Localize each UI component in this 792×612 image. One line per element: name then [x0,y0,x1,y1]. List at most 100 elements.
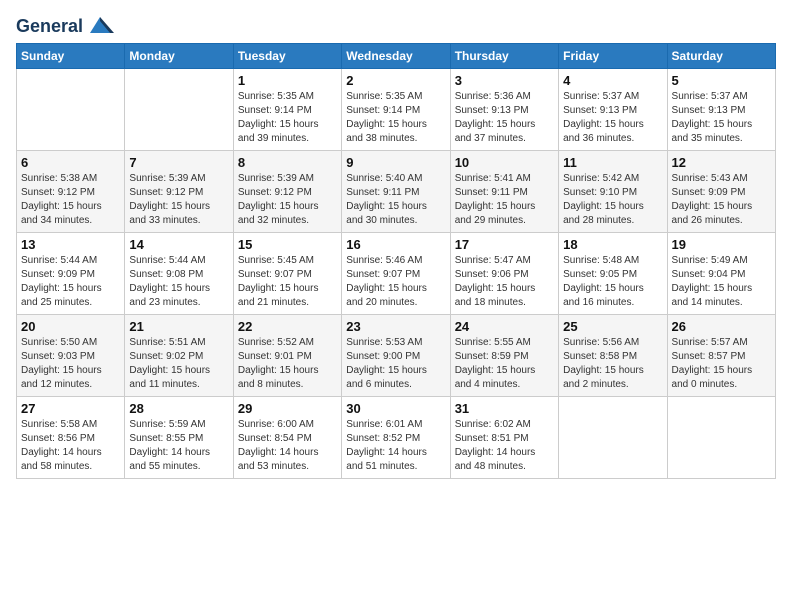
weekday-header: Wednesday [342,44,450,69]
calendar-cell: 27Sunrise: 5:58 AM Sunset: 8:56 PM Dayli… [17,397,125,479]
day-info: Sunrise: 5:46 AM Sunset: 9:07 PM Dayligh… [346,254,445,310]
calendar-cell: 26 Sunrise: 5:57 AM Sunset: 8:57 PM Dayli… [667,315,775,397]
calendar-cell: 25 Sunrise: 5:56 AM Sunset: 8:58 PM Dayli… [559,315,667,397]
day-number: 2 [346,73,445,88]
calendar-cell: 11 Sunrise: 5:42 AM Sunset: 9:10 PM Dayli… [559,151,667,233]
day-info: Sunrise: 6:02 AM Sunset: 8:51 PM Dayligh… [455,418,554,474]
calendar-cell [667,397,775,479]
day-info: Sunrise: 5:47 AM Sunset: 9:06 PM Dayligh… [455,254,554,310]
day-info: Sunrise: 6:00 AM Sunset: 8:54 PM Dayligh… [238,418,337,474]
calendar-cell: 17 Sunrise: 5:47 AM Sunset: 9:06 PM Dayli… [450,233,558,315]
calendar-cell [559,397,667,479]
day-number: 10 [455,155,554,170]
calendar-cell: 13 Sunrise: 5:44 AM Sunset: 9:09 PM Dayli… [17,233,125,315]
day-number: 23 [346,319,445,334]
calendar-cell: 31 Sunrise: 6:02 AM Sunset: 8:51 PM Dayli… [450,397,558,479]
calendar-cell: 16 Sunrise: 5:46 AM Sunset: 9:07 PM Dayli… [342,233,450,315]
day-info: Sunrise: 5:48 AM Sunset: 9:05 PM Dayligh… [563,254,662,310]
page-header: General [16,16,776,33]
day-number: 26 [672,319,771,334]
calendar-cell: 29 Sunrise: 6:00 AM Sunset: 8:54 PM Dayli… [233,397,341,479]
calendar-cell: 5 Sunrise: 5:37 AM Sunset: 9:13 PM Daylig… [667,69,775,151]
calendar-cell: 22 Sunrise: 5:52 AM Sunset: 9:01 PM Dayli… [233,315,341,397]
calendar-cell: 28Sunrise: 5:59 AM Sunset: 8:55 PM Dayli… [125,397,233,479]
calendar-cell: 9 Sunrise: 5:40 AM Sunset: 9:11 PM Daylig… [342,151,450,233]
day-info: Sunrise: 5:38 AM Sunset: 9:12 PM Dayligh… [21,172,120,228]
day-info: Sunrise: 5:37 AM Sunset: 9:13 PM Dayligh… [672,90,771,146]
weekday-header: Thursday [450,44,558,69]
weekday-header: Friday [559,44,667,69]
day-info: Sunrise: 5:39 AM Sunset: 9:12 PM Dayligh… [129,172,228,228]
calendar-cell: 24 Sunrise: 5:55 AM Sunset: 8:59 PM Dayli… [450,315,558,397]
calendar-cell: 23 Sunrise: 5:53 AM Sunset: 9:00 PM Dayli… [342,315,450,397]
calendar: SundayMondayTuesdayWednesdayThursdayFrid… [16,43,776,479]
day-number: 15 [238,237,337,252]
day-number: 20 [21,319,120,334]
day-info: Sunrise: 5:50 AM Sunset: 9:03 PM Dayligh… [21,336,120,392]
day-info: Sunrise: 6:01 AM Sunset: 8:52 PM Dayligh… [346,418,445,474]
day-info: Sunrise: 5:55 AM Sunset: 8:59 PM Dayligh… [455,336,554,392]
day-number: 7 [129,155,228,170]
day-info: Sunrise: 5:57 AM Sunset: 8:57 PM Dayligh… [672,336,771,392]
calendar-cell: 14Sunrise: 5:44 AM Sunset: 9:08 PM Dayli… [125,233,233,315]
day-info: Sunrise: 5:40 AM Sunset: 9:11 PM Dayligh… [346,172,445,228]
calendar-cell: 15 Sunrise: 5:45 AM Sunset: 9:07 PM Dayli… [233,233,341,315]
day-number: 13 [21,237,120,252]
day-number: 19 [672,237,771,252]
weekday-header: Tuesday [233,44,341,69]
day-info: Sunrise: 5:42 AM Sunset: 9:10 PM Dayligh… [563,172,662,228]
day-number: 4 [563,73,662,88]
day-info: Sunrise: 5:39 AM Sunset: 9:12 PM Dayligh… [238,172,337,228]
day-info: Sunrise: 5:37 AM Sunset: 9:13 PM Dayligh… [563,90,662,146]
day-number: 21 [129,319,228,334]
day-number: 8 [238,155,337,170]
day-info: Sunrise: 5:44 AM Sunset: 9:08 PM Dayligh… [129,254,228,310]
logo-icon [86,15,114,35]
calendar-cell: 21Sunrise: 5:51 AM Sunset: 9:02 PM Dayli… [125,315,233,397]
day-info: Sunrise: 5:35 AM Sunset: 9:14 PM Dayligh… [346,90,445,146]
day-number: 9 [346,155,445,170]
day-info: Sunrise: 5:43 AM Sunset: 9:09 PM Dayligh… [672,172,771,228]
day-number: 31 [455,401,554,416]
day-info: Sunrise: 5:53 AM Sunset: 9:00 PM Dayligh… [346,336,445,392]
calendar-cell [125,69,233,151]
logo: General [16,16,114,33]
calendar-cell: 30 Sunrise: 6:01 AM Sunset: 8:52 PM Dayli… [342,397,450,479]
calendar-cell: 18Sunrise: 5:48 AM Sunset: 9:05 PM Dayli… [559,233,667,315]
day-info: Sunrise: 5:49 AM Sunset: 9:04 PM Dayligh… [672,254,771,310]
day-number: 25 [563,319,662,334]
calendar-cell: 3Sunrise: 5:36 AM Sunset: 9:13 PM Daylig… [450,69,558,151]
logo-general: General [16,16,83,37]
calendar-cell: 7 Sunrise: 5:39 AM Sunset: 9:12 PM Daylig… [125,151,233,233]
day-info: Sunrise: 5:59 AM Sunset: 8:55 PM Dayligh… [129,418,228,474]
day-number: 17 [455,237,554,252]
calendar-cell: 19 Sunrise: 5:49 AM Sunset: 9:04 PM Dayli… [667,233,775,315]
calendar-cell: 12 Sunrise: 5:43 AM Sunset: 9:09 PM Dayli… [667,151,775,233]
day-number: 5 [672,73,771,88]
calendar-cell [17,69,125,151]
weekday-header: Sunday [17,44,125,69]
calendar-cell: 2 Sunrise: 5:35 AM Sunset: 9:14 PM Daylig… [342,69,450,151]
day-info: Sunrise: 5:44 AM Sunset: 9:09 PM Dayligh… [21,254,120,310]
calendar-cell: 10 Sunrise: 5:41 AM Sunset: 9:11 PM Dayli… [450,151,558,233]
day-info: Sunrise: 5:56 AM Sunset: 8:58 PM Dayligh… [563,336,662,392]
day-number: 24 [455,319,554,334]
day-number: 29 [238,401,337,416]
day-info: Sunrise: 5:52 AM Sunset: 9:01 PM Dayligh… [238,336,337,392]
calendar-cell: 6 Sunrise: 5:38 AM Sunset: 9:12 PM Daylig… [17,151,125,233]
day-number: 22 [238,319,337,334]
calendar-cell: 8 Sunrise: 5:39 AM Sunset: 9:12 PM Daylig… [233,151,341,233]
day-number: 11 [563,155,662,170]
day-info: Sunrise: 5:41 AM Sunset: 9:11 PM Dayligh… [455,172,554,228]
day-info: Sunrise: 5:45 AM Sunset: 9:07 PM Dayligh… [238,254,337,310]
day-number: 16 [346,237,445,252]
day-number: 6 [21,155,120,170]
weekday-header: Monday [125,44,233,69]
day-info: Sunrise: 5:35 AM Sunset: 9:14 PM Dayligh… [238,90,337,146]
day-info: Sunrise: 5:58 AM Sunset: 8:56 PM Dayligh… [21,418,120,474]
day-number: 12 [672,155,771,170]
calendar-cell: 1Sunrise: 5:35 AM Sunset: 9:14 PM Daylig… [233,69,341,151]
day-info: Sunrise: 5:36 AM Sunset: 9:13 PM Dayligh… [455,90,554,146]
day-number: 30 [346,401,445,416]
weekday-header: Saturday [667,44,775,69]
